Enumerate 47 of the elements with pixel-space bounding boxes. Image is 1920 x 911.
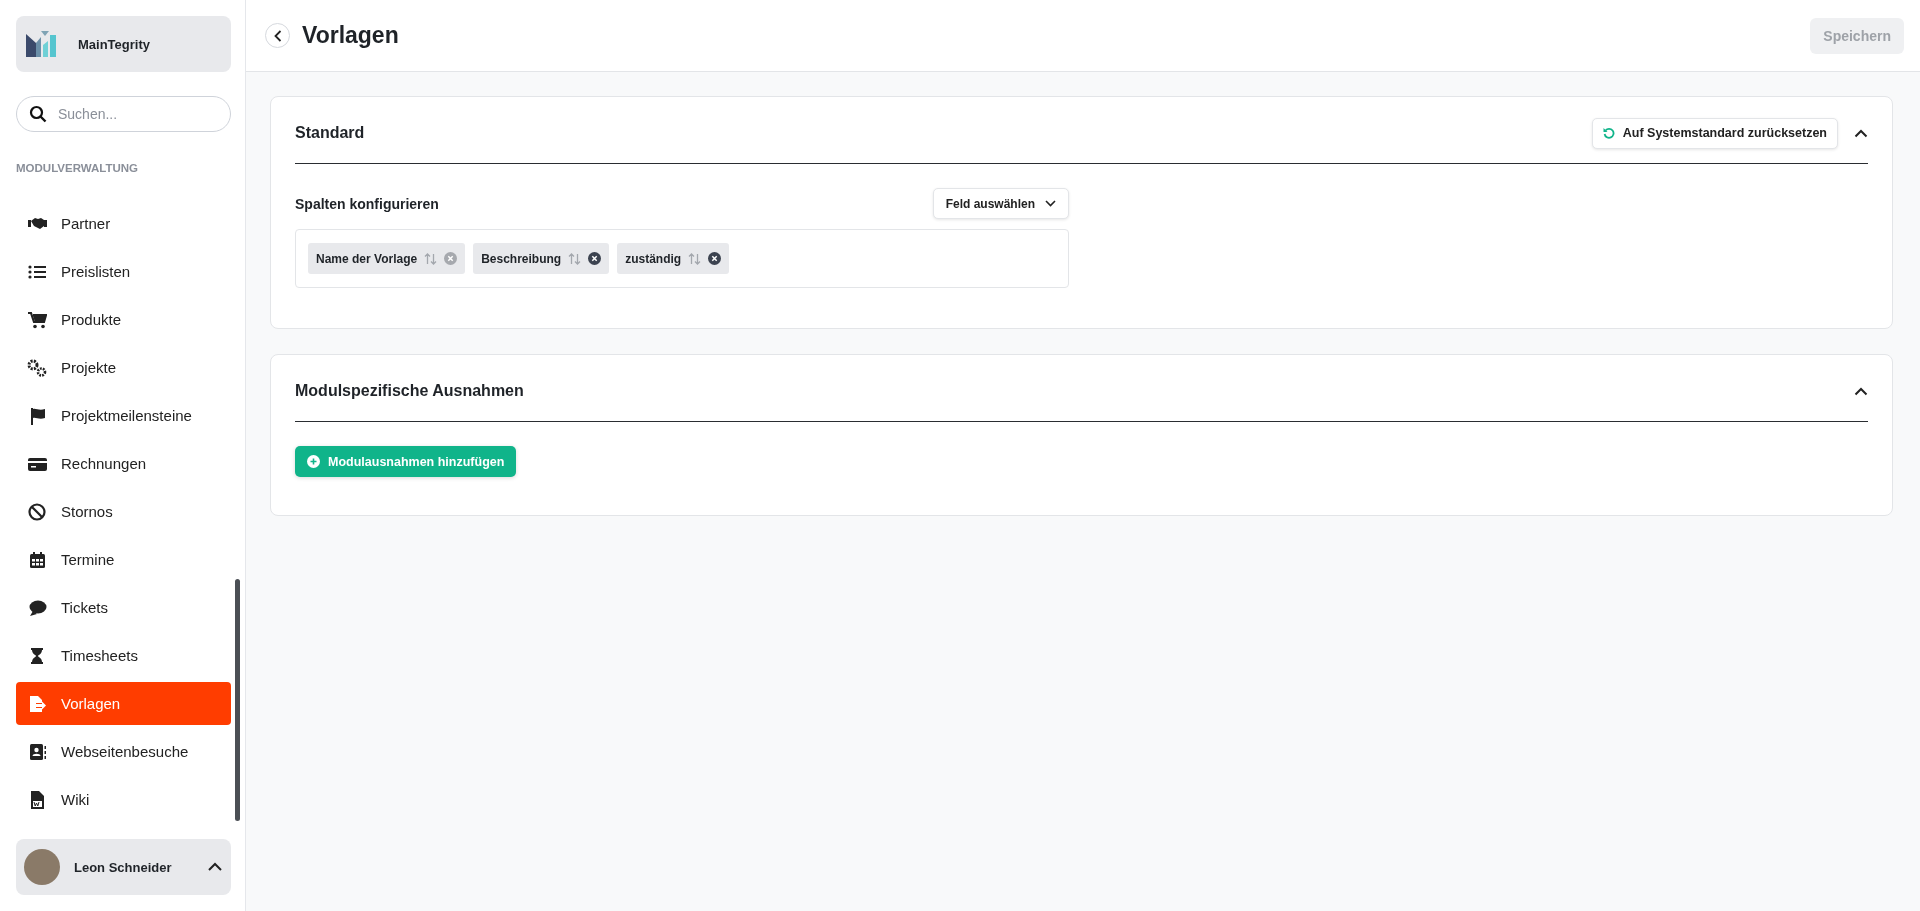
section-label: MODULVERWALTUNG — [16, 162, 140, 174]
user-name: Leon Schneider — [74, 859, 173, 875]
sidebar-item[interactable]: Projektmeilensteine — [16, 394, 231, 437]
chevron-up-icon[interactable] — [1854, 128, 1868, 138]
sidebar-item[interactable]: Vorlagen — [16, 682, 231, 725]
column-tag[interactable]: zuständig — [617, 243, 730, 274]
sidebar-item[interactable]: Wiki — [16, 778, 231, 821]
undo-icon — [1602, 127, 1615, 139]
logo-icon — [26, 31, 58, 57]
section-title: Standard — [295, 124, 366, 142]
chevron-down-icon — [1045, 200, 1056, 207]
field-select-dropdown[interactable]: Feld auswählen — [932, 188, 1069, 219]
columns-field[interactable]: Name der Vorlage Beschreibung zuständig — [295, 229, 1069, 288]
cart-icon — [27, 309, 47, 330]
brand-name: MainTegrity — [78, 36, 150, 52]
sidebar-item[interactable]: Webseitenbesuche — [16, 730, 231, 773]
reset-button[interactable]: Auf Systemstandard zurücksetzen — [1591, 117, 1838, 149]
calendar-icon — [27, 549, 47, 570]
section-title: Modulspezifische Ausnahmen — [295, 382, 525, 400]
sidebar-item[interactable]: Termine — [16, 538, 231, 581]
brand-logo-box[interactable]: MainTegrity — [16, 16, 231, 72]
remove-icon[interactable] — [588, 252, 602, 265]
ban-icon — [27, 501, 47, 522]
back-button[interactable] — [265, 23, 290, 48]
search-field[interactable]: Suchen... — [16, 96, 231, 132]
plus-circle-icon — [307, 455, 320, 468]
sidebar-item[interactable]: Preislisten — [16, 250, 231, 293]
sidebar-item[interactable]: Tickets — [16, 586, 231, 629]
file-arrow-icon — [27, 693, 47, 714]
remove-icon[interactable] — [708, 252, 722, 265]
chevron-up-icon — [207, 862, 223, 872]
page-title: Vorlagen — [302, 22, 400, 49]
gears-icon — [27, 357, 47, 378]
sidebar-item[interactable]: Stornos — [16, 490, 231, 533]
contact-card-icon — [27, 741, 47, 762]
chevron-left-icon — [273, 29, 282, 42]
chevron-up-icon[interactable] — [1854, 386, 1868, 396]
search-icon — [29, 105, 47, 123]
sidebar-item[interactable]: Produkte — [16, 298, 231, 341]
sidebar-item[interactable]: Partner — [16, 202, 231, 245]
sidebar-item[interactable]: Timesheets — [16, 634, 231, 677]
avatar — [24, 849, 60, 885]
column-tag[interactable]: Beschreibung — [473, 243, 610, 274]
sidebar-item[interactable]: Projekte — [16, 346, 231, 389]
sidebar-item[interactable]: Rechnungen — [16, 442, 231, 485]
columns-label: Spalten konfigurieren — [295, 195, 439, 212]
user-menu[interactable]: Leon Schneider — [16, 839, 231, 895]
